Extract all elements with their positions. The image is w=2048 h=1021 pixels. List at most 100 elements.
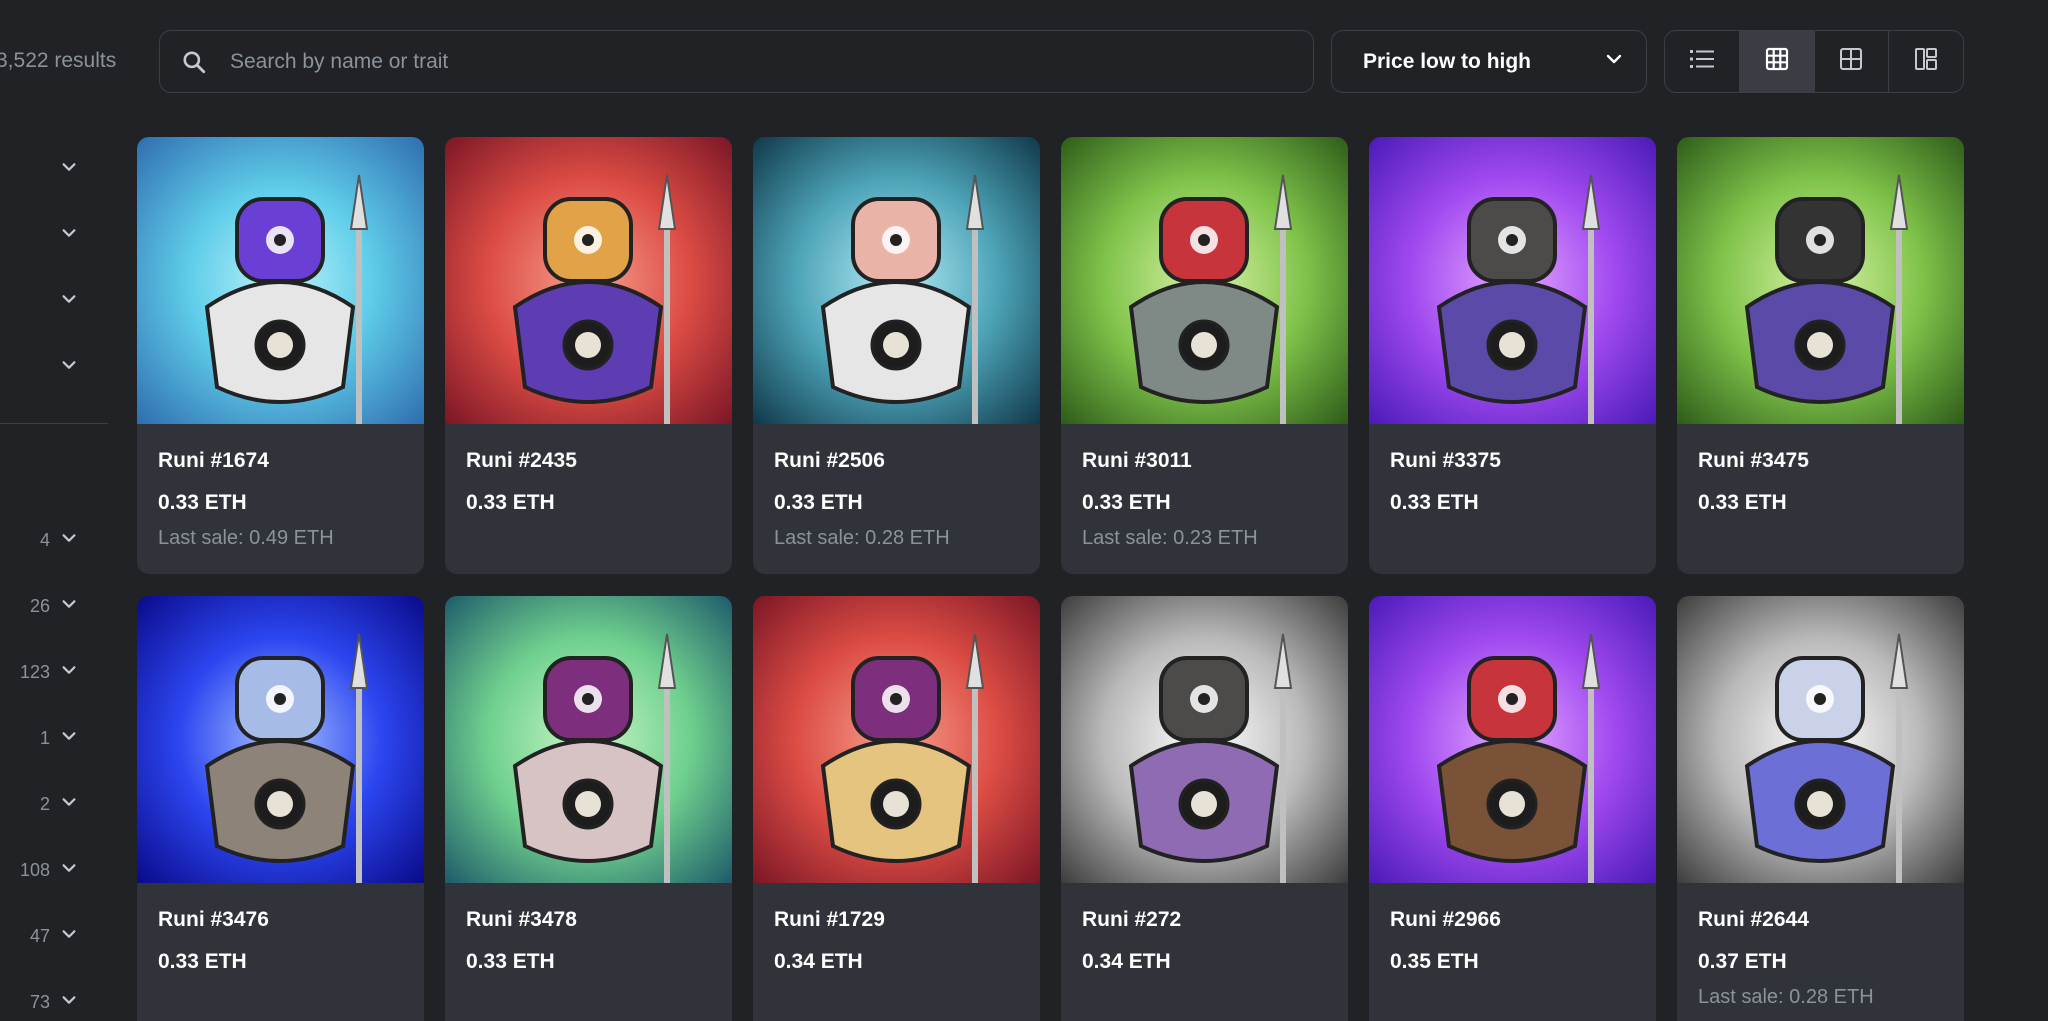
nft-name: Runi #3375 <box>1390 449 1501 472</box>
trait-filter-row[interactable]: 2 <box>0 789 78 819</box>
nft-card[interactable]: Runi #2506 0.33 ETH Last sale: 0.28 ETH <box>753 137 1040 574</box>
nft-name: Runi #3478 <box>466 908 577 931</box>
view-mode-toggle <box>1664 30 1964 93</box>
list-view-button[interactable] <box>1665 31 1740 92</box>
chevron-down-icon <box>60 727 78 750</box>
nft-price: 0.35 ETH <box>1390 950 1479 973</box>
search-bar[interactable] <box>159 30 1314 93</box>
nft-price: 0.34 ETH <box>774 950 863 973</box>
trait-filter-row[interactable]: 4 <box>0 525 78 555</box>
nft-image <box>137 596 424 883</box>
nft-card[interactable]: Runi #1729 0.34 ETH <box>753 596 1040 1021</box>
nft-card-info: Runi #3476 0.33 ETH <box>137 883 424 1009</box>
nft-last-sale <box>774 985 1019 1009</box>
search-input[interactable] <box>230 49 1313 74</box>
trait-filter-row[interactable]: 47 <box>0 921 78 951</box>
mosaic-view-button[interactable] <box>1889 31 1963 92</box>
nft-card[interactable]: Runi #3475 0.33 ETH <box>1677 137 1964 574</box>
filter-section-toggle[interactable] <box>0 154 78 184</box>
nft-last-sale <box>466 526 711 550</box>
nft-grid: Runi #1674 0.33 ETH Last sale: 0.49 ETH Run… <box>137 137 1964 1021</box>
nft-card[interactable]: Runi #3478 0.33 ETH <box>445 596 732 1021</box>
nft-price: 0.33 ETH <box>466 491 555 514</box>
nft-card[interactable]: Runi #272 0.34 ETH <box>1061 596 1348 1021</box>
chevron-down-icon <box>60 224 78 247</box>
nft-image <box>1677 137 1964 424</box>
filter-section-toggle[interactable] <box>0 286 78 316</box>
trait-count: 73 <box>29 991 50 1012</box>
trait-count: 26 <box>29 595 50 616</box>
nft-image <box>1061 596 1348 883</box>
nft-card-info: Runi #3475 0.33 ETH <box>1677 424 1964 550</box>
list-view-icon <box>1689 48 1715 75</box>
trait-filter-row[interactable]: 26 <box>0 591 78 621</box>
sort-dropdown[interactable]: Price low to high <box>1331 30 1647 93</box>
chevron-down-icon <box>60 595 78 618</box>
nft-last-sale <box>1390 985 1635 1009</box>
nft-last-sale <box>158 985 403 1009</box>
nft-image <box>753 137 1040 424</box>
nft-card-info: Runi #2506 0.33 ETH Last sale: 0.28 ETH <box>753 424 1040 550</box>
nft-price: 0.33 ETH <box>466 950 555 973</box>
nft-price: 0.33 ETH <box>1390 491 1479 514</box>
nft-last-sale <box>466 985 711 1009</box>
trait-count: 4 <box>39 529 50 550</box>
chevron-down-icon <box>60 991 78 1014</box>
chevron-down-icon <box>60 290 78 313</box>
nft-card-info: Runi #3478 0.33 ETH <box>445 883 732 1009</box>
nft-name: Runi #3011 <box>1082 449 1192 472</box>
chevron-down-icon <box>60 793 78 816</box>
trait-filter-row[interactable]: 108 <box>0 855 78 885</box>
nft-card[interactable]: Runi #1674 0.33 ETH Last sale: 0.49 ETH <box>137 137 424 574</box>
nft-card-info: Runi #1729 0.34 ETH <box>753 883 1040 1009</box>
nft-card[interactable]: Runi #2644 0.37 ETH Last sale: 0.28 ETH <box>1677 596 1964 1021</box>
nft-card-info: Runi #3375 0.33 ETH <box>1369 424 1656 550</box>
nft-price: 0.34 ETH <box>1082 950 1171 973</box>
trait-filter-row[interactable]: 123 <box>0 657 78 687</box>
nft-image <box>1369 596 1656 883</box>
nft-last-sale: Last sale: 0.49 ETH <box>158 527 334 549</box>
nft-card[interactable]: Runi #3011 0.33 ETH Last sale: 0.23 ETH <box>1061 137 1348 574</box>
filter-section-toggle[interactable] <box>0 220 78 250</box>
nft-card[interactable]: Runi #2966 0.35 ETH <box>1369 596 1656 1021</box>
nft-card-info: Runi #2435 0.33 ETH <box>445 424 732 550</box>
nft-last-sale <box>1082 985 1327 1009</box>
chevron-down-icon <box>60 661 78 684</box>
chevron-down-icon <box>60 158 78 181</box>
chevron-down-icon <box>60 859 78 882</box>
nft-card[interactable]: Runi #3375 0.33 ETH <box>1369 137 1656 574</box>
nft-name: Runi #272 <box>1082 908 1182 931</box>
nft-name: Runi #2966 <box>1390 908 1501 931</box>
trait-filter-row[interactable]: 73 <box>0 987 78 1017</box>
trait-filter-row[interactable]: 1 <box>0 723 78 753</box>
nft-card-info: Runi #2966 0.35 ETH <box>1369 883 1656 1009</box>
search-icon <box>180 48 208 76</box>
nft-last-sale <box>1698 526 1943 550</box>
trait-count: 47 <box>29 925 50 946</box>
nft-last-sale: Last sale: 0.28 ETH <box>1698 986 1874 1008</box>
grid-small-view-button[interactable] <box>1739 31 1815 92</box>
filter-section-toggle[interactable] <box>0 352 78 382</box>
nft-name: Runi #3475 <box>1698 449 1809 472</box>
nft-price: 0.33 ETH <box>1698 491 1787 514</box>
nft-image <box>753 596 1040 883</box>
nft-image <box>445 137 732 424</box>
nft-card[interactable]: Runi #3476 0.33 ETH <box>137 596 424 1021</box>
nft-price: 0.33 ETH <box>158 491 247 514</box>
nft-name: Runi #3476 <box>158 908 269 931</box>
nft-price: 0.37 ETH <box>1698 950 1787 973</box>
nft-price: 0.33 ETH <box>1082 491 1171 514</box>
trait-count: 2 <box>39 793 50 814</box>
grid-large-view-button[interactable] <box>1815 31 1890 92</box>
nft-name: Runi #2644 <box>1698 908 1809 931</box>
nft-price: 0.33 ETH <box>158 950 247 973</box>
trait-count: 1 <box>39 727 50 748</box>
nft-card[interactable]: Runi #2435 0.33 ETH <box>445 137 732 574</box>
nft-image <box>1677 596 1964 883</box>
nft-last-sale: Last sale: 0.28 ETH <box>774 527 950 549</box>
nft-card-info: Runi #3011 0.33 ETH Last sale: 0.23 ETH <box>1061 424 1348 550</box>
nft-name: Runi #2506 <box>774 449 885 472</box>
nft-card-info: Runi #2644 0.37 ETH Last sale: 0.28 ETH <box>1677 883 1964 1009</box>
sidebar-divider <box>0 423 108 424</box>
nft-name: Runi #2435 <box>466 449 577 472</box>
